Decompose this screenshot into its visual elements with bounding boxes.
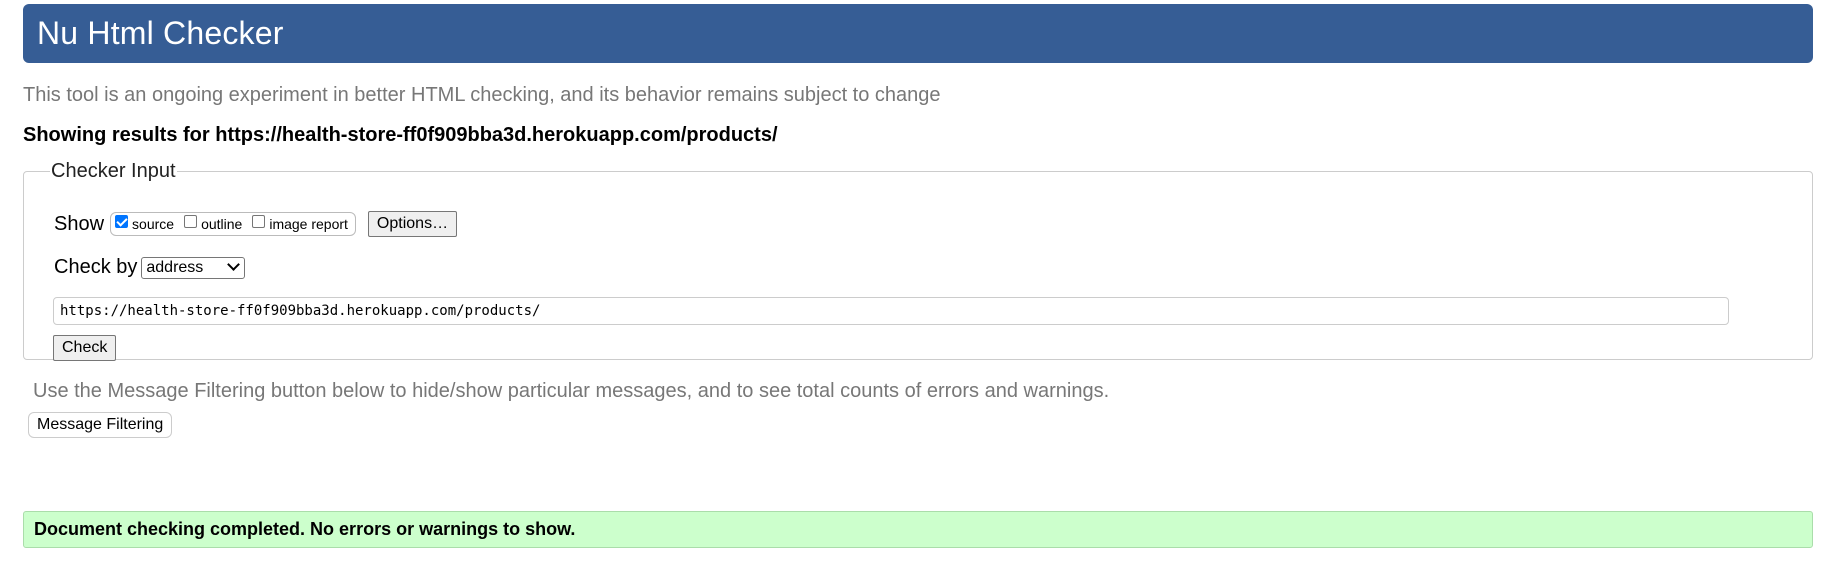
intro-text: This tool is an ongoing experiment in be… <box>23 84 941 106</box>
show-label: Show <box>54 212 105 235</box>
show-option-outline[interactable]: outline <box>184 214 243 232</box>
status-message: Document checking completed. No errors o… <box>34 519 576 539</box>
show-option-source[interactable]: source <box>115 214 175 232</box>
checker-input-fieldset: Checker Input Show source outline image … <box>23 160 1813 361</box>
url-input-value: https://health-store-ff0f909bba3d.heroku… <box>60 303 541 319</box>
page: Nu Html Checker This tool is an ongoing … <box>0 0 1836 561</box>
status-success-banner: Document checking completed. No errors o… <box>23 511 1813 548</box>
show-row: Show source outline image report Options… <box>54 211 458 237</box>
results-heading: Showing results for https://health-store… <box>23 124 778 146</box>
check-by-select[interactable]: address <box>141 256 246 279</box>
options-button[interactable]: Options… <box>367 211 458 237</box>
check-by-label: Check by <box>54 256 138 278</box>
source-checkbox[interactable] <box>115 214 129 228</box>
filtering-note: Use the Message Filtering button below t… <box>33 380 1110 402</box>
url-input[interactable]: https://health-store-ff0f909bba3d.heroku… <box>53 297 1729 325</box>
check-button[interactable]: Check <box>53 335 117 361</box>
checker-input-legend: Checker Input <box>51 160 176 182</box>
chevron-down-icon <box>227 258 241 271</box>
show-option-image-report[interactable]: image report <box>252 214 348 232</box>
header-banner: Nu Html Checker <box>23 4 1813 63</box>
outline-label: outline <box>201 216 243 232</box>
check-by-row: Check by address <box>54 256 246 279</box>
image-report-checkbox[interactable] <box>252 214 266 228</box>
check-by-selected-value: address <box>146 258 204 276</box>
show-options-group: source outline image report <box>110 212 356 236</box>
source-label: source <box>132 216 175 232</box>
message-filtering-button[interactable]: Message Filtering <box>28 412 173 438</box>
outline-checkbox[interactable] <box>184 214 198 228</box>
image-report-label: image report <box>269 216 348 232</box>
page-title: Nu Html Checker <box>37 15 284 51</box>
